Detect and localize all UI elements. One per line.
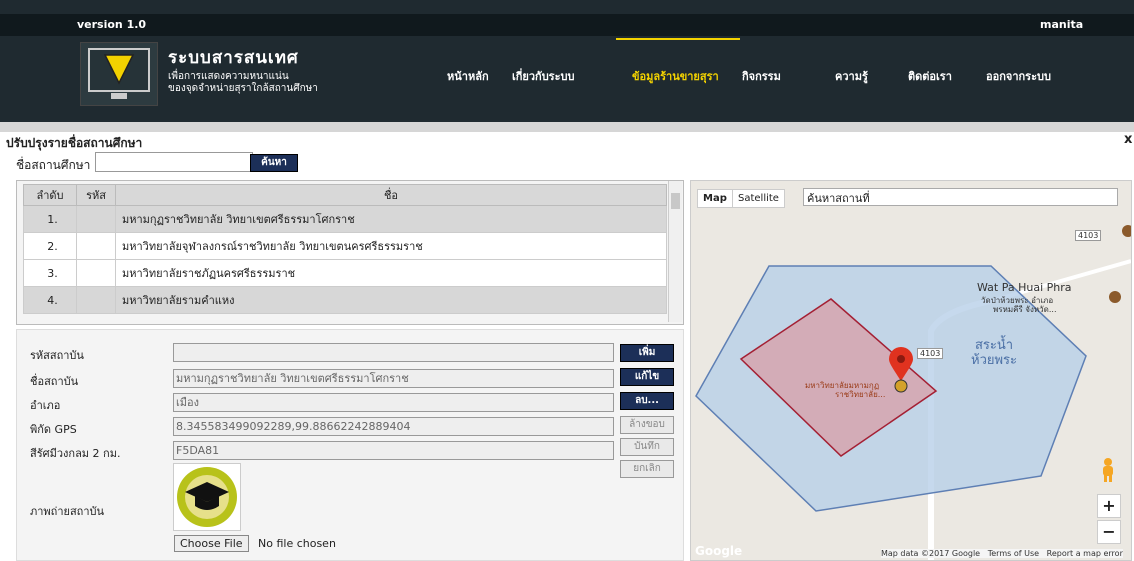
road-shield: 4103	[1075, 230, 1102, 241]
cell-no: 1.	[23, 205, 77, 233]
nav-knowledge[interactable]: ความรู้	[835, 67, 868, 85]
clear-button[interactable]: ล้างขอบ	[620, 416, 674, 434]
cell-code	[76, 259, 116, 287]
school-table-container: ลำดับ รหัส ชื่อ 1. มหามกุฏราชวิทยาลัย วิ…	[16, 180, 684, 325]
cell-name: มหาวิทยาลัยราชภัฏนครศรีธรรมราช	[115, 259, 667, 287]
edit-button[interactable]: แก้ไข	[620, 368, 674, 386]
table-row[interactable]: 2. มหาวิทยาลัยจุฬาลงกรณ์ราชวิทยาลัย วิทย…	[23, 232, 667, 260]
table-row[interactable]: 1. มหามกุฏราชวิทยาลัย วิทยาเขตศรีธรรมาโศ…	[23, 205, 667, 233]
col-header-no[interactable]: ลำดับ	[23, 184, 77, 206]
app-name: ระบบสารสนเทศ เพื่อการแสดงความหนาแน่น ของ…	[168, 44, 318, 95]
label-gps: พิกัด GPS	[30, 423, 77, 436]
gps-field[interactable]: 8.345583499092289,99.88662242889404	[173, 417, 614, 436]
label-district: อำเภอ	[30, 399, 61, 412]
app-logo	[80, 42, 158, 106]
label-photo: ภาพถ่ายสถาบัน	[30, 505, 105, 518]
school-photo	[173, 463, 241, 531]
choose-file-button[interactable]: Choose File	[174, 535, 249, 552]
version-label: version 1.0	[77, 18, 147, 31]
toolbar-strip	[0, 122, 1134, 132]
pegman-icon[interactable]	[1097, 456, 1119, 484]
district-field[interactable]: เมือง	[173, 393, 614, 412]
scrollbar-thumb[interactable]	[671, 193, 680, 209]
nav-contact[interactable]: ติดต่อเรา	[908, 67, 952, 85]
delete-button[interactable]: ลบ...	[620, 392, 674, 410]
cell-name: มหามกุฏราชวิทยาลัย วิทยาเขตศรีธรรมาโศกรา…	[115, 205, 667, 233]
col-header-code[interactable]: รหัส	[76, 184, 116, 206]
place-label-th2: พรหมคีรี จังหวัด...	[993, 305, 1057, 314]
cell-code	[76, 286, 116, 314]
cell-no: 3.	[23, 259, 77, 287]
nav-logout[interactable]: ออกจากระบบ	[986, 67, 1051, 85]
label-code: รหัสสถาบัน	[30, 349, 84, 362]
school-table: ลำดับ รหัส ชื่อ 1. มหามกุฏราชวิทยาลัย วิ…	[23, 184, 667, 314]
zoom-in-button[interactable]: +	[1097, 494, 1121, 518]
file-status: No file chosen	[258, 537, 336, 550]
code-field[interactable]	[173, 343, 614, 362]
google-logo: Google	[695, 544, 743, 558]
active-nav-indicator	[616, 38, 740, 40]
cell-code	[76, 232, 116, 260]
nav-about[interactable]: เกี่ยวกับระบบ	[512, 67, 574, 85]
map-type-satellite[interactable]: Satellite	[732, 189, 785, 208]
marker-label-2: ราชวิทยาลัย...	[835, 390, 886, 399]
road-shield: 4103	[917, 348, 944, 359]
nav-home[interactable]: หน้าหลัก	[447, 67, 489, 85]
map-canvas	[691, 181, 1131, 560]
map-type-map[interactable]: Map	[697, 189, 733, 208]
close-button[interactable]: x	[1124, 132, 1132, 147]
cell-no: 2.	[23, 232, 77, 260]
user-name[interactable]: manita	[1040, 18, 1083, 31]
zoom-out-button[interactable]: −	[1097, 520, 1121, 544]
table-row[interactable]: 4. มหาวิทยาลัยรามคำแหง	[23, 286, 667, 314]
cancel-button[interactable]: ยกเลิก	[620, 460, 674, 478]
nav-liquor-shops[interactable]: ข้อมูลร้านขายสุรา	[632, 67, 719, 85]
search-input[interactable]	[95, 152, 253, 172]
top-bar: version 1.0 manita ระบบสารสนเทศ เพื่อการ…	[0, 0, 1134, 122]
map-search-input[interactable]: ค้นหาสถานที่	[803, 188, 1118, 206]
search-button[interactable]: ค้นหา	[250, 154, 298, 172]
version-strip	[0, 14, 1134, 36]
panel-title: ปรับปรุงรายชื่อสถานศึกษา	[6, 136, 143, 150]
app-title: ระบบสารสนเทศ	[168, 48, 299, 68]
cell-code	[76, 205, 116, 233]
place-label[interactable]: Wat Pa Huai Phra	[977, 281, 1072, 294]
map-attribution[interactable]: Map data ©2017 Google Terms of Use Repor…	[881, 549, 1123, 558]
app-subtitle-2: ของจุดจำหน่ายสุราใกล้สถานศึกษา	[168, 83, 318, 94]
cell-name: มหาวิทยาลัยรามคำแหง	[115, 286, 667, 314]
color-field[interactable]: F5DA81	[173, 441, 614, 460]
cell-no: 4.	[23, 286, 77, 314]
label-name: ชื่อสถาบัน	[30, 375, 79, 388]
table-scrollbar[interactable]	[668, 181, 682, 322]
search-label: ชื่อสถานศึกษา	[16, 158, 91, 172]
add-button[interactable]: เพิ่ม	[620, 344, 674, 362]
nav-activities[interactable]: กิจกรรม	[742, 67, 781, 85]
graduation-cap-icon	[177, 467, 237, 527]
app-subtitle-1: เพื่อการแสดงความหนาแน่น	[168, 71, 289, 82]
col-header-name[interactable]: ชื่อ	[115, 184, 667, 206]
label-color: สีรัศมีวงกลม 2 กม.	[30, 447, 121, 460]
save-button[interactable]: บันทึก	[620, 438, 674, 456]
cell-name: มหาวิทยาลัยจุฬาลงกรณ์ราชวิทยาลัย วิทยาเข…	[115, 232, 667, 260]
pond-label-2: ห้วยพระ	[971, 353, 1018, 368]
name-field[interactable]: มหามกุฏราชวิทยาลัย วิทยาเขตศรีธรรมาโศกรา…	[173, 369, 614, 388]
map-view[interactable]: Map Satellite ค้นหาสถานที่ 4103 4103 Wat…	[690, 180, 1132, 561]
table-row[interactable]: 3. มหาวิทยาลัยราชภัฏนครศรีธรรมราช	[23, 259, 667, 287]
